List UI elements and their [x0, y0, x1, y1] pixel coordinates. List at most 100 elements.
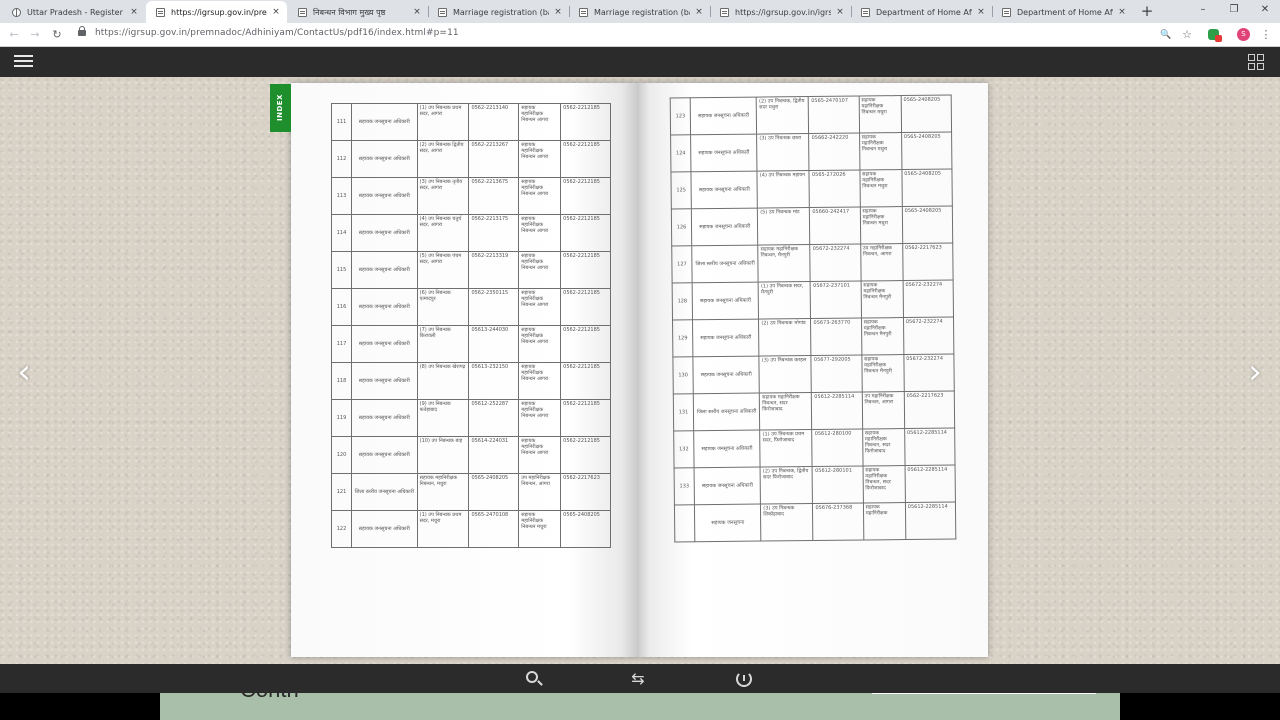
cell-desig: सहायक जनसूचना अधिकारी	[694, 467, 761, 505]
cell-office: (10) उप निबन्धक बाह	[416, 436, 470, 474]
cell-desig: सहायक जनसूचना अधिकारी	[693, 430, 761, 468]
cell-phone: 0562-2350115	[468, 288, 520, 326]
tab-close-icon[interactable]: ×	[694, 7, 704, 17]
cell-office: (5) उप निबन्धक मांट	[757, 207, 811, 246]
cell-sn: 122	[331, 510, 352, 548]
browser-tab-active[interactable]: https://igrsup.gov.in/premna ×	[146, 1, 287, 23]
cell-desig: सहायक जनसूचना अधिकारी	[692, 282, 759, 320]
cell-phone2: 05672-232274	[903, 354, 955, 392]
cell-appellate: सहायक महानिरीक्षक निबन्धन मथुरा	[858, 95, 902, 134]
left-page[interactable]: 111 सहायक जनसूचना अधिकारी (1) उप निबन्धक प…	[291, 83, 639, 657]
cell-phone2: 05612-2285114	[904, 465, 956, 503]
cell-office: (1) उप निबन्धक प्रथम सदर, मथुरा	[416, 510, 470, 548]
swap-pages-icon[interactable]: ⇆	[628, 669, 648, 689]
globe-icon	[12, 7, 21, 17]
browser-tab[interactable]: निबन्धन विभाग मुख्य पृष्ठ ×	[288, 1, 428, 23]
cell-sn: 117	[331, 325, 352, 363]
cell-sn: 118	[331, 362, 352, 400]
cell-phone2: 0565-2408205	[900, 95, 952, 133]
browser-tab[interactable]: Department of Home Affairs ×	[992, 1, 1133, 23]
restore-button[interactable]: ❐	[1227, 2, 1241, 18]
cell-phone2: 0565-2408205	[901, 169, 953, 207]
cell-office: (2) उप निबन्धक द्वितीय सदर, आगरा	[416, 140, 470, 178]
autoplay-timer-icon[interactable]	[734, 669, 754, 689]
close-window-button[interactable]: ✕	[1258, 2, 1272, 18]
cell-appellate: उप महानिरीक्षक निबन्धन, आगरा	[860, 243, 903, 281]
cell-office: (3) उप निबन्धक तृतीय सदर, आगरा	[416, 177, 470, 215]
cell-office: (1) उप निबन्धक प्रथम सदर, आगरा	[416, 103, 470, 141]
cell-phone: 05672-232274	[810, 243, 861, 282]
below-divider	[872, 693, 1096, 694]
next-page-arrow[interactable]: ›	[1244, 355, 1266, 389]
cell-sn: 123	[670, 97, 691, 135]
cell-sn: 132	[673, 430, 695, 468]
address-toolbar: ← → ↻ https://igrsup.gov.in/premnadoc/Ad…	[0, 23, 1280, 47]
cell-appellate: सहायक महानिरीक्षक निबन्धन आगरा	[518, 251, 562, 289]
table-row: 116 सहायक जनसूचना अधिकारी (6) उप निबन्धक ए…	[331, 288, 611, 326]
minimize-button[interactable]: –	[1196, 2, 1210, 18]
cell-appellate: सहायक महानिरीक्षक निबन्धन आगरा	[518, 288, 562, 326]
viewer-bottom-bar: ⇆	[0, 664, 1280, 693]
cell-sn	[674, 504, 695, 542]
cell-office: (1) उप निबन्धक प्रथम सदर, फिरोजाबाद	[759, 429, 813, 468]
cell-desig: सहायक जनसूचना अधिकारी	[350, 510, 418, 548]
browser-menu-icon[interactable]: ⋮	[1259, 27, 1273, 43]
tab-close-icon[interactable]: ×	[129, 7, 139, 17]
browser-tab[interactable]: https://igrsup.gov.in/igrsup ×	[710, 1, 851, 23]
cell-appellate: सहायक महानिरीक्षक निबन्धन आगरा	[518, 140, 562, 178]
cell-sn: 125	[670, 171, 692, 209]
page-icon	[1002, 7, 1011, 17]
tab-close-icon[interactable]: ×	[553, 7, 563, 17]
viewer-top-bar	[0, 47, 1280, 77]
browser-tab[interactable]: Marriage registration (basic ×	[569, 1, 710, 23]
browser-tab[interactable]: Department of Home Affairs ×	[851, 1, 992, 23]
cell-sn: 113	[331, 177, 352, 215]
browser-tab[interactable]: Marriage registration (basic ×	[428, 1, 569, 23]
cell-phone: 05614-224031	[468, 436, 520, 474]
tab-close-icon[interactable]: ×	[976, 7, 986, 17]
cell-sn: 128	[672, 282, 693, 320]
cell-appellate: सहायक महानिरीक्षक निबन्धन, सदर फिरोजाबाद	[862, 465, 906, 503]
cell-sn: 126	[671, 208, 692, 246]
reload-button[interactable]: ↻	[50, 27, 64, 43]
page-icon	[438, 7, 447, 17]
index-tab[interactable]: INDEX	[270, 84, 291, 132]
tab-title: निबन्धन विभाग मुख्य पृष्ठ	[313, 7, 386, 17]
previous-page-arrow[interactable]: ‹	[13, 355, 35, 389]
tab-close-icon[interactable]: ×	[412, 7, 422, 17]
cell-phone2: 0562-2217623	[902, 243, 954, 281]
browser-tab[interactable]: Uttar Pradesh - Register a M ×	[2, 1, 145, 23]
new-tab-button[interactable]: +	[1140, 2, 1154, 20]
back-button[interactable]: ←	[7, 27, 21, 43]
cell-desig: जिला स्तरीय जनसूचना अधिकारी	[693, 393, 760, 431]
tab-title: https://igrsup.gov.in/igrsup	[735, 7, 831, 17]
lock-icon[interactable]	[78, 26, 86, 36]
table-row: 133 सहायक जनसूचना अधिकारी (2) उप निबन्धक, …	[674, 465, 956, 505]
hamburger-menu-icon[interactable]	[14, 55, 33, 68]
table-row: 120 सहायक जनसूचना अधिकारी (10) उप निबन्धक …	[331, 436, 611, 474]
cell-office: (3) उप निबन्धक छाता	[756, 133, 810, 172]
thumbnails-grid-icon[interactable]	[1248, 54, 1264, 70]
zoom-icon[interactable]: 🔍	[1159, 27, 1173, 43]
tab-close-icon[interactable]: ×	[1117, 7, 1127, 17]
cell-sn: 124	[670, 134, 692, 172]
cell-phone2: 0562-2212185	[560, 214, 611, 252]
cell-phone2: 05672-232274	[902, 280, 954, 318]
profile-avatar[interactable]: S	[1237, 28, 1250, 41]
url-bar[interactable]: https://igrsup.gov.in/premnadoc/Adhiniya…	[95, 28, 459, 38]
tab-close-icon[interactable]: ×	[835, 7, 845, 17]
forward-button[interactable]: →	[28, 27, 42, 43]
open-book: 111 सहायक जनसूचना अधिकारी (1) उप निबन्धक प…	[291, 83, 988, 657]
cell-phone: 0562-2213319	[468, 251, 520, 289]
extension-badge	[1215, 35, 1222, 42]
tab-close-icon[interactable]: ×	[271, 7, 281, 17]
table-row: 124 सहायक जनसूचना अधिकारी (3) उप निबन्धक छ…	[670, 132, 952, 172]
bookmark-star-icon[interactable]: ☆	[1180, 27, 1194, 43]
cell-desig: सहायक जनसूचना अधिकारी	[691, 171, 758, 209]
cell-phone2: 0562-2212185	[560, 103, 611, 141]
search-icon[interactable]	[524, 669, 544, 689]
cell-appellate: सहायक महानिरीक्षक निबन्धन आगरा	[518, 103, 562, 141]
cell-phone: 05612-280100	[812, 428, 863, 467]
right-page[interactable]: 123 सहायक जनसूचना अधिकारी (2) उप निबन्धक, …	[639, 83, 988, 657]
cell-phone: 05612-2285114	[811, 391, 863, 430]
